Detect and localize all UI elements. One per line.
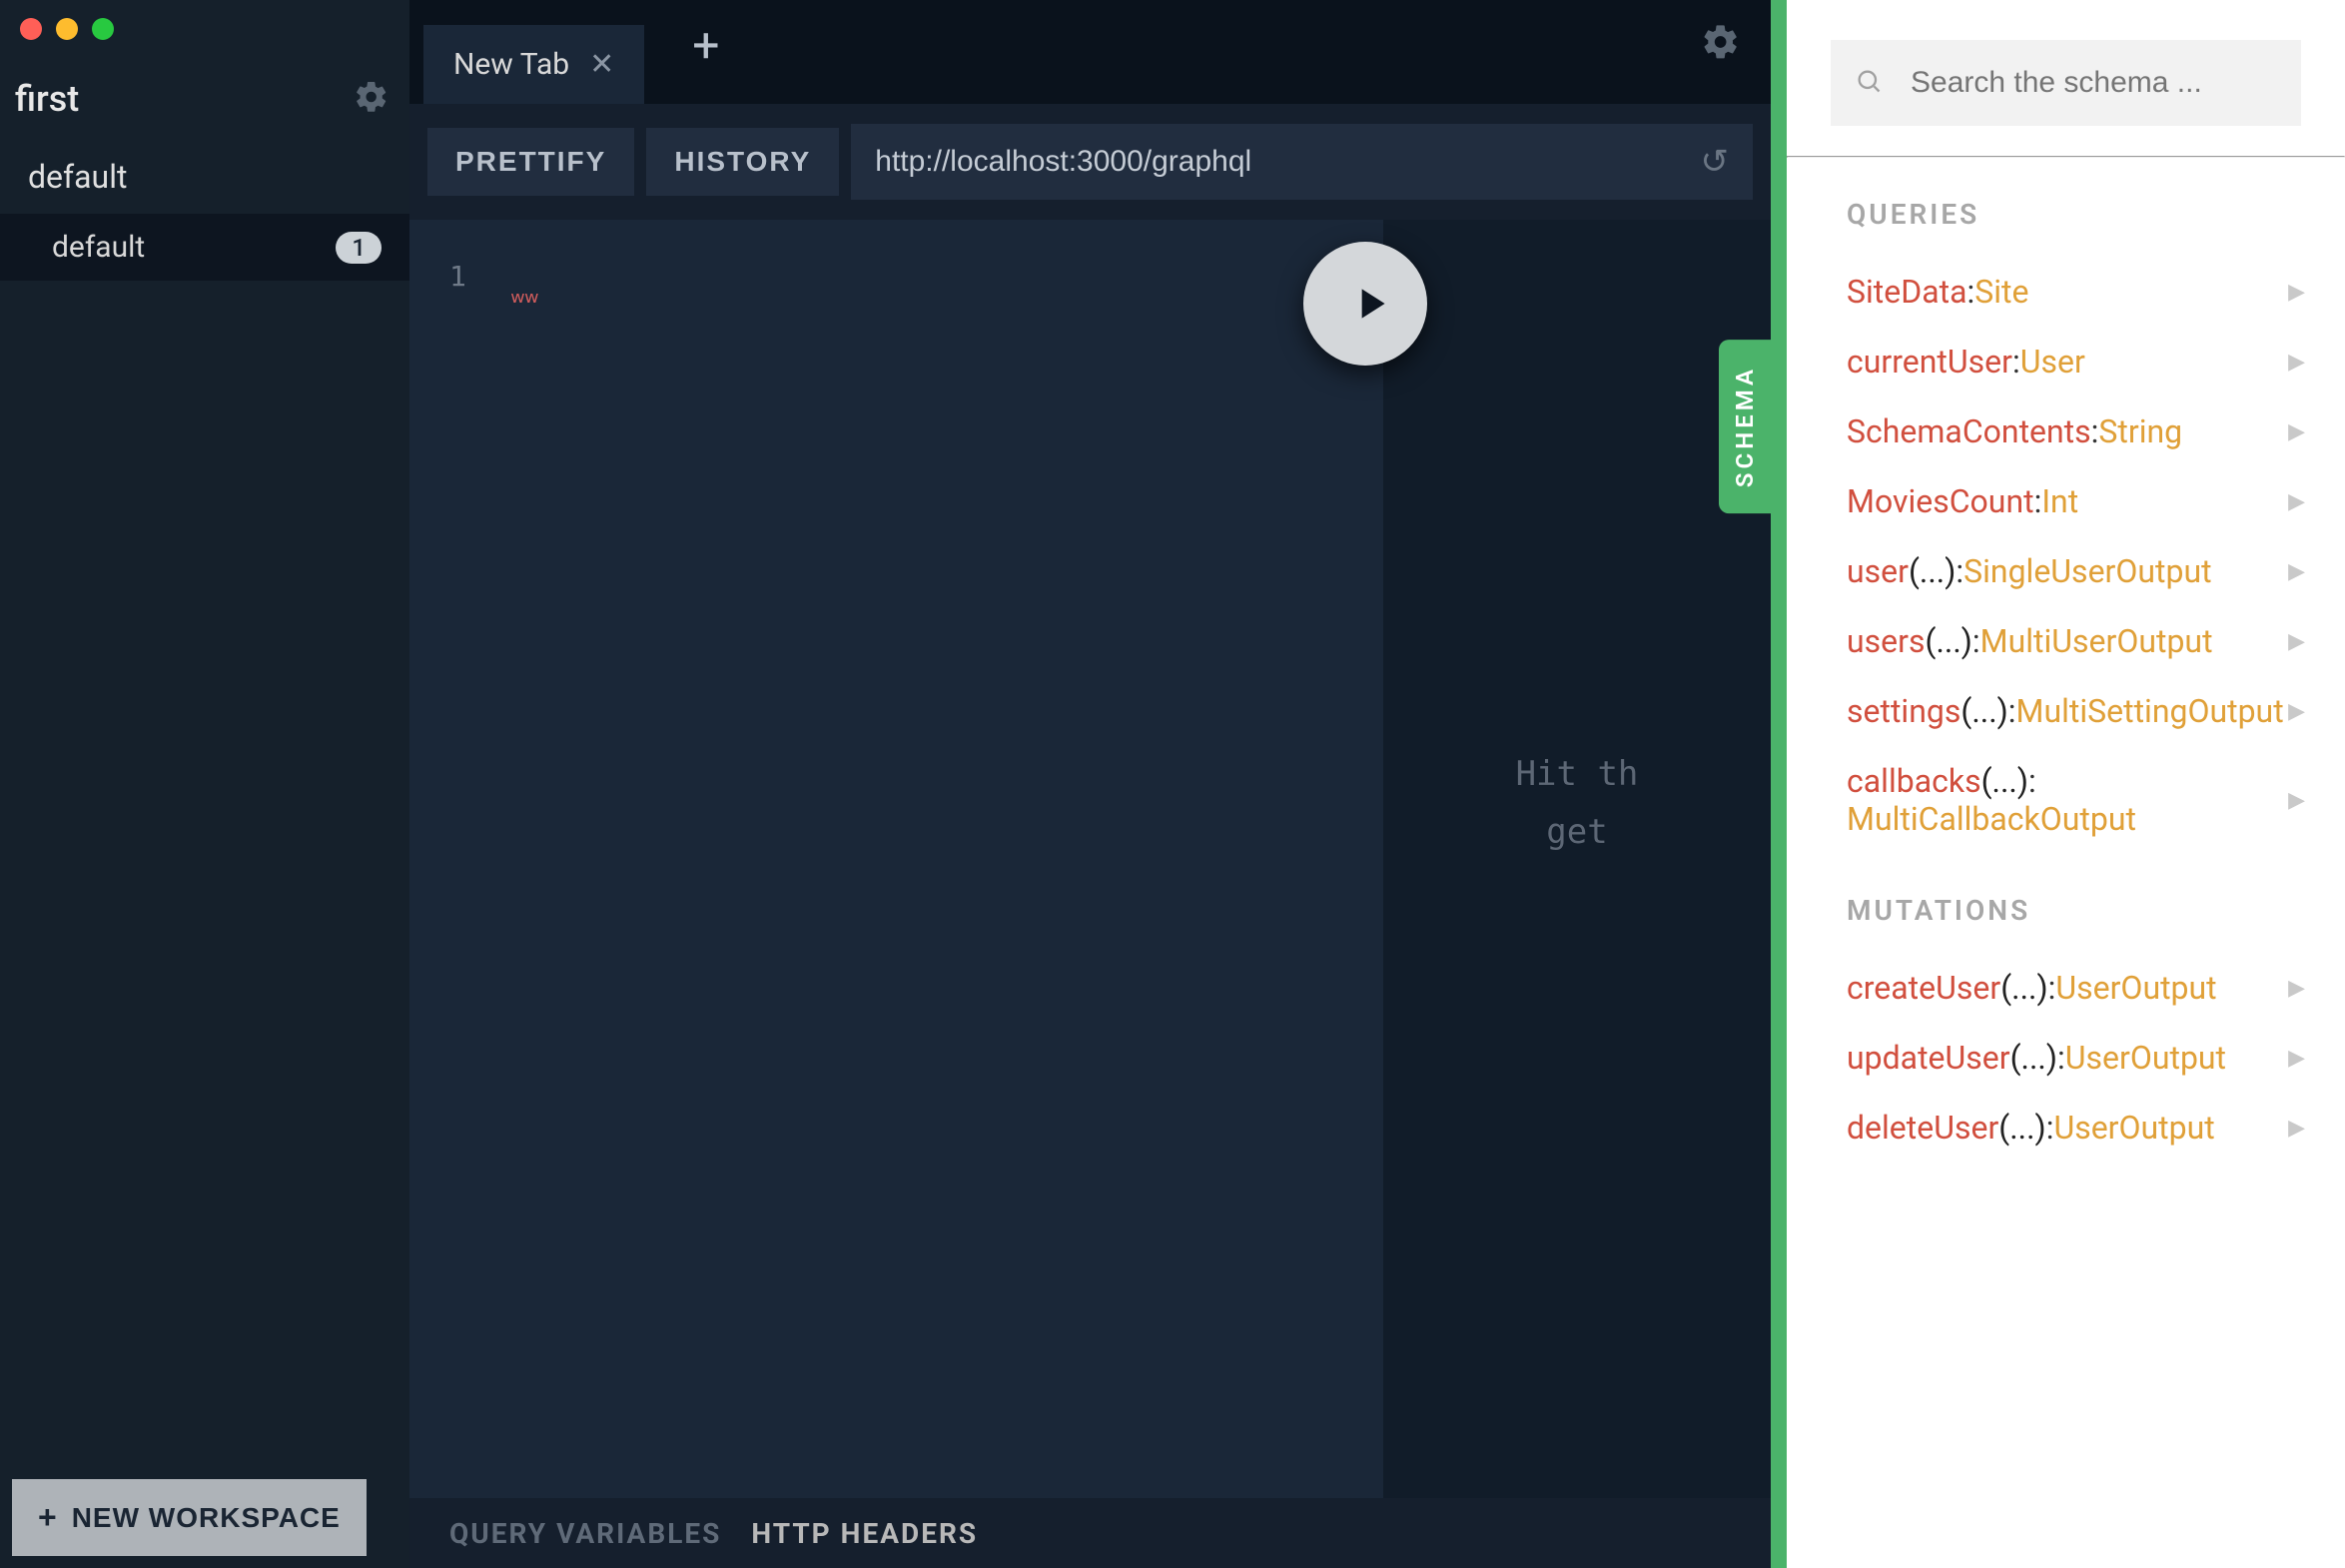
schema-item[interactable]: deleteUser(...): UserOutput ▶ [1787,1093,2345,1163]
prettify-button[interactable]: PRETTIFY [427,128,634,196]
schema-item[interactable]: user(...): SingleUserOutput ▶ [1787,536,2345,606]
schema-item[interactable]: MoviesCount: Int ▶ [1787,466,2345,536]
mutations-section-title: MUTATIONS [1787,854,2345,953]
schema-item-label: callbacks(...): MultiCallbackOutput [1847,762,2288,838]
chevron-right-icon: ▶ [2288,629,2305,654]
schema-search-input[interactable] [1831,40,2301,126]
new-workspace-label: NEW WORKSPACE [72,1502,341,1534]
window-minimize-icon[interactable] [56,18,78,40]
schema-item-label: createUser(...): UserOutput [1847,969,2217,1007]
result-hint: Hit th get [1516,746,1639,862]
new-workspace-button[interactable]: + NEW WORKSPACE [12,1479,367,1556]
schema-panel: QUERIES SiteData: Site▶currentUser: User… [1771,0,2345,1568]
schema-item-label: users(...): MultiUserOutput [1847,622,2213,660]
chevron-right-icon: ▶ [2288,350,2305,375]
mutations-list: createUser(...): UserOutput▶updateUser(.… [1787,953,2345,1163]
toolbar: PRETTIFY HISTORY ↺ [409,104,1771,220]
result-pane: Hit th get SCHEMA [1383,220,1771,1568]
schema-item[interactable]: SiteData: Site ▶ [1787,257,2345,327]
tab-query-variables[interactable]: QUERY VARIABLES [449,1517,721,1550]
editor-area: 1 ʷʷ Hit th get SCHEMA QUERY VARIABLES H… [409,220,1771,1568]
workspace-header: first [0,48,409,140]
schema-item-label: SiteData: Site [1847,273,2028,311]
schema-item[interactable]: currentUser: User ▶ [1787,327,2345,396]
main: New Tab ✕ + PRETTIFY HISTORY ↺ 1 ʷʷ Hit … [409,0,1771,1568]
query-editor[interactable]: 1 ʷʷ [409,220,1383,1568]
project-row[interactable]: default [0,140,409,214]
schema-item-label: currentUser: User [1847,343,2085,381]
search-icon [1855,67,1883,99]
reload-icon[interactable]: ↺ [1701,142,1730,182]
schema-item[interactable]: createUser(...): UserOutput ▶ [1787,953,2345,1023]
chevron-right-icon: ▶ [2288,1116,2305,1141]
schema-item[interactable]: callbacks(...): MultiCallbackOutput▶ [1787,746,2345,854]
session-row[interactable]: default 1 [0,214,409,281]
chevron-right-icon: ▶ [2288,419,2305,444]
schema-item-label: SchemaContents: String [1847,412,2182,450]
schema-tab-button[interactable]: SCHEMA [1719,340,1771,513]
schema-item-label: MoviesCount: Int [1847,482,2078,520]
endpoint-input[interactable] [875,145,1700,179]
schema-item[interactable]: SchemaContents: String ▶ [1787,396,2345,466]
schema-item-label: updateUser(...): UserOutput [1847,1039,2226,1077]
chevron-right-icon: ▶ [2288,280,2305,305]
endpoint-field-wrap: ↺ [851,124,1753,200]
traffic-lights [0,0,409,48]
schema-item[interactable]: users(...): MultiUserOutput ▶ [1787,606,2345,676]
chevron-right-icon: ▶ [2288,489,2305,514]
session-label: default [52,230,145,265]
error-squiggle-icon: ʷʷ [509,286,537,319]
line-number: 1 [449,260,466,293]
tab-http-headers[interactable]: HTTP HEADERS [751,1517,978,1550]
schema-item-label: user(...): SingleUserOutput [1847,552,2212,590]
history-button[interactable]: HISTORY [646,128,839,196]
window-maximize-icon[interactable] [92,18,114,40]
tab-new[interactable]: New Tab ✕ [423,25,644,104]
schema-item-label: deleteUser(...): UserOutput [1847,1109,2215,1147]
gear-icon[interactable] [1701,22,1741,66]
plus-icon: + [38,1499,58,1536]
session-count-badge: 1 [336,232,382,264]
close-icon[interactable]: ✕ [589,47,614,82]
schema-item-label: settings(...): MultiSettingOutput [1847,692,2284,730]
chevron-right-icon: ▶ [2288,976,2305,1001]
tabbar: New Tab ✕ + [409,0,1771,104]
schema-search-wrap [1787,40,2345,156]
chevron-right-icon: ▶ [2288,559,2305,584]
queries-list: SiteData: Site▶currentUser: User▶SchemaC… [1787,257,2345,854]
gear-icon[interactable] [354,79,390,119]
sidebar: first default default 1 + NEW WORKSPACE [0,0,409,1568]
play-button[interactable] [1303,242,1427,366]
workspace-title: first [15,78,79,120]
tab-add-button[interactable]: + [668,7,743,104]
schema-item[interactable]: settings(...): MultiSettingOutput▶ [1787,676,2345,746]
queries-section-title: QUERIES [1787,158,2345,257]
bottom-tabs: QUERY VARIABLES HTTP HEADERS [409,1498,1771,1568]
chevron-right-icon: ▶ [2288,699,2305,724]
chevron-right-icon: ▶ [2288,1046,2305,1071]
schema-item[interactable]: updateUser(...): UserOutput ▶ [1787,1023,2345,1093]
tab-label: New Tab [453,47,569,82]
chevron-right-icon: ▶ [2288,788,2305,813]
window-close-icon[interactable] [20,18,42,40]
